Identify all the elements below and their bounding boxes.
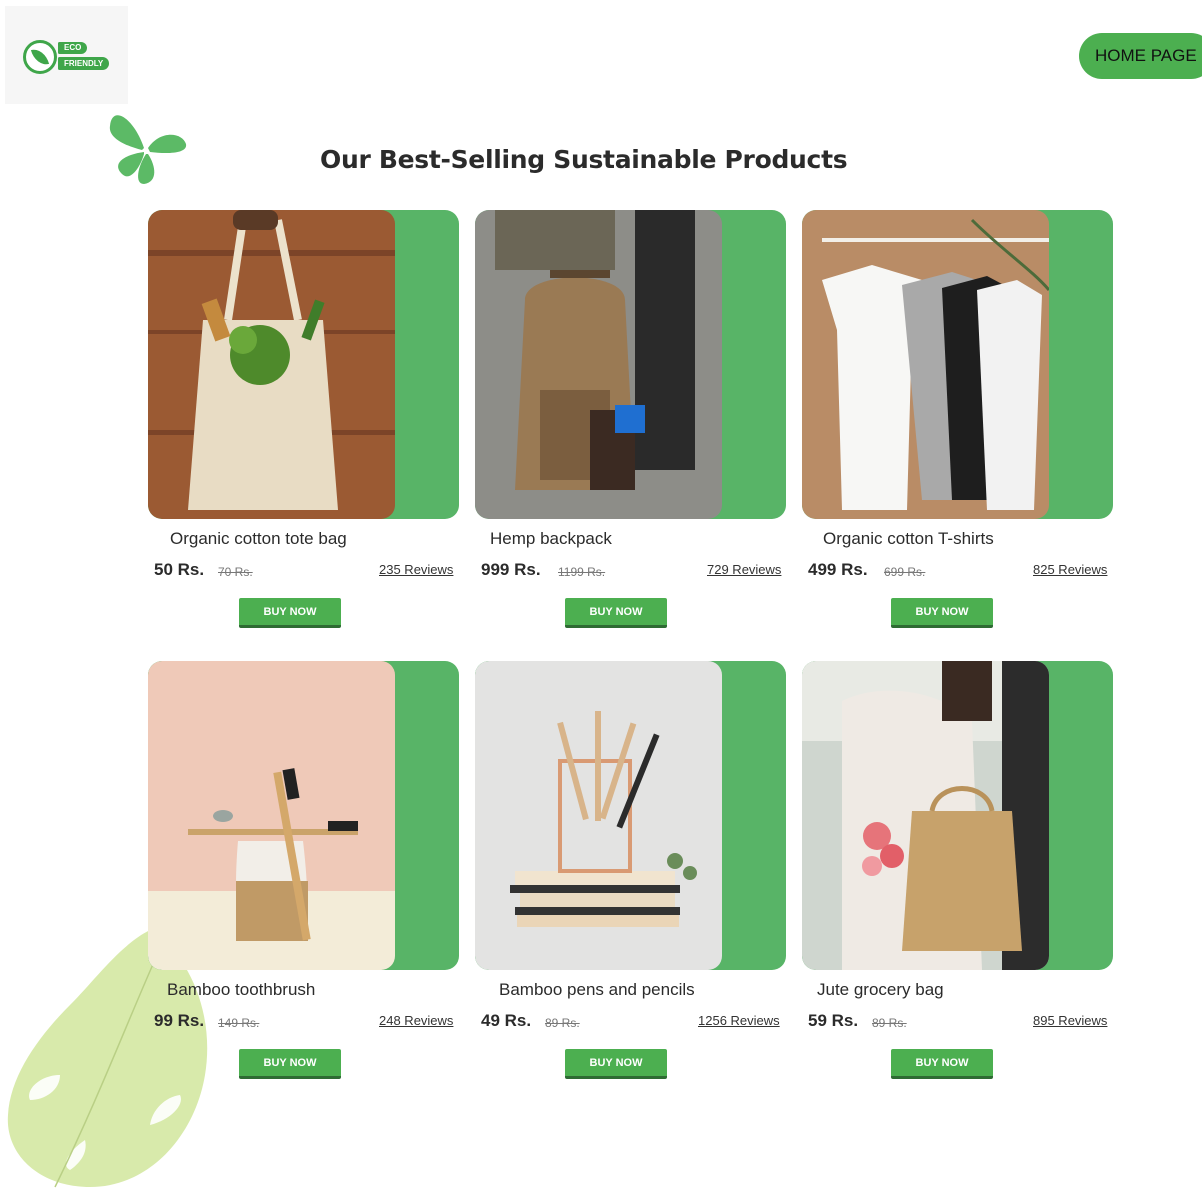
product-old-price: 1199 Rs. xyxy=(558,565,606,579)
logo-text-eco: ECO xyxy=(58,42,88,54)
product-old-price: 699 Rs. xyxy=(884,565,926,579)
product-reviews-link[interactable]: 895 Reviews xyxy=(1033,1013,1107,1028)
product-card-tote-bag: Organic cotton tote bag 50 Rs. 70 Rs. 23… xyxy=(148,210,459,628)
product-image[interactable] xyxy=(148,210,395,519)
product-name: Jute grocery bag xyxy=(817,980,944,999)
product-card-cotton-tshirts: Organic cotton T-shirts 499 Rs. 699 Rs. … xyxy=(802,210,1113,628)
buy-now-button[interactable]: BUY NOW xyxy=(239,598,341,628)
leaf-logo-icon xyxy=(23,40,57,74)
product-card-banner xyxy=(475,661,786,970)
home-page-button[interactable]: HOME PAGE xyxy=(1079,33,1202,79)
buy-now-button[interactable]: BUY NOW xyxy=(239,1049,341,1079)
product-name: Bamboo toothbrush xyxy=(167,980,316,999)
product-image[interactable] xyxy=(475,661,722,970)
product-reviews-link[interactable]: 235 Reviews xyxy=(379,562,453,577)
product-image[interactable] xyxy=(475,210,722,519)
product-name: Organic cotton T-shirts xyxy=(823,529,994,548)
product-old-price: 149 Rs. xyxy=(218,1016,260,1030)
product-card-banner xyxy=(802,661,1113,970)
product-price: 499 Rs. xyxy=(808,560,868,579)
page-title: Our Best-Selling Sustainable Products xyxy=(320,145,848,174)
product-name: Bamboo pens and pencils xyxy=(499,980,695,999)
product-card-banner xyxy=(802,210,1113,519)
product-old-price: 89 Rs. xyxy=(872,1016,907,1030)
product-card-banner xyxy=(475,210,786,519)
product-card-bamboo-pens: Bamboo pens and pencils 49 Rs. 89 Rs. 12… xyxy=(475,661,786,1079)
product-reviews-link[interactable]: 729 Reviews xyxy=(707,562,781,577)
product-card-jute-bag: Jute grocery bag 59 Rs. 89 Rs. 895 Revie… xyxy=(802,661,1113,1079)
product-card-banner xyxy=(148,661,459,970)
product-image[interactable] xyxy=(802,210,1049,519)
buy-now-button[interactable]: BUY NOW xyxy=(891,598,993,628)
product-price: 49 Rs. xyxy=(481,1011,532,1030)
product-old-price: 70 Rs. xyxy=(218,565,253,579)
product-price: 50 Rs. xyxy=(154,560,205,579)
product-name: Hemp backpack xyxy=(490,529,612,548)
eco-friendly-logo: ECO FRIENDLY xyxy=(5,6,128,104)
product-card-bamboo-toothbrush: Bamboo toothbrush 99 Rs. 149 Rs. 248 Rev… xyxy=(148,661,459,1079)
product-card-hemp-backpack: Hemp backpack 999 Rs. 1199 Rs. 729 Revie… xyxy=(475,210,786,628)
product-reviews-link[interactable]: 1256 Reviews xyxy=(698,1013,780,1028)
product-price: 99 Rs. xyxy=(154,1011,205,1030)
product-reviews-link[interactable]: 248 Reviews xyxy=(379,1013,453,1028)
butterfly-icon xyxy=(109,115,187,184)
buy-now-button[interactable]: BUY NOW xyxy=(565,598,667,628)
product-name: Organic cotton tote bag xyxy=(170,529,347,548)
buy-now-button[interactable]: BUY NOW xyxy=(565,1049,667,1079)
product-reviews-link[interactable]: 825 Reviews xyxy=(1033,562,1107,577)
product-price: 59 Rs. xyxy=(808,1011,859,1030)
product-card-banner xyxy=(148,210,459,519)
product-price: 999 Rs. xyxy=(481,560,541,579)
product-image[interactable] xyxy=(148,661,395,970)
logo-text-friendly: FRIENDLY xyxy=(58,57,110,70)
product-image[interactable] xyxy=(802,661,1049,970)
product-old-price: 89 Rs. xyxy=(545,1016,580,1030)
buy-now-button[interactable]: BUY NOW xyxy=(891,1049,993,1079)
